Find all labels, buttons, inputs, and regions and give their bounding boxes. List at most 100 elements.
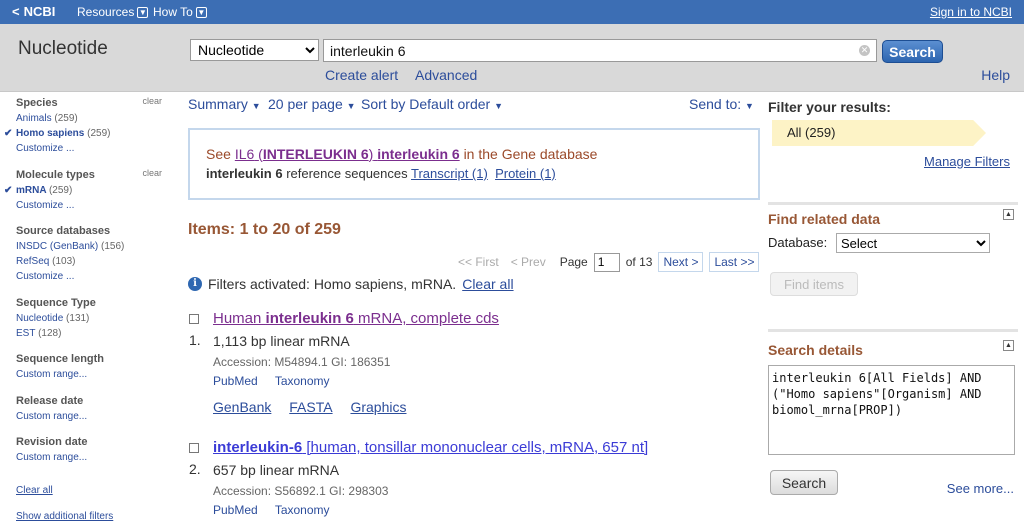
checkmark-icon: ✔	[4, 185, 13, 196]
collapse-icon[interactable]: ▲	[1003, 209, 1014, 220]
clear-all-filters: Clear all	[16, 483, 164, 498]
right-panel: Filter your results: All (259) Manage Fi…	[768, 92, 1018, 524]
result-title-link[interactable]: interleukin-6 [human, tonsillar mononucl…	[213, 439, 648, 456]
result-checkbox[interactable]	[189, 314, 199, 324]
filter-sidebar: Species clear Animals (259) ✔ Homo sapien…	[0, 92, 170, 524]
chevron-down-icon: ▼	[137, 6, 149, 18]
result-description: 657 bp linear mRNA	[213, 462, 340, 478]
facet-item-est[interactable]: EST (128)	[16, 326, 164, 341]
il6-gene-link[interactable]: IL6 (INTERLEUKIN 6) interleukin 6	[235, 146, 460, 162]
result-accession: Accession: S56892.1 GI: 298303	[213, 484, 389, 498]
show-additional-filters-link[interactable]: Show additional filters	[16, 509, 164, 524]
summary-menu[interactable]: Summary ▼	[188, 96, 261, 112]
custom-range-link[interactable]: Custom range...	[16, 450, 164, 465]
clear-molecule-link[interactable]: clear	[142, 168, 162, 178]
clear-species-link[interactable]: clear	[142, 96, 162, 106]
pager: << First < Prev Page of 13 Next > Last >…	[458, 252, 760, 272]
facet-source-databases: Source databases INSDC (GenBank) (156) R…	[16, 224, 164, 284]
result-item: 2. interleukin-6 [human, tonsillar monon…	[189, 439, 649, 517]
chevron-down-icon: ▼	[195, 6, 207, 18]
facet-revision-date: Revision date Custom range...	[16, 435, 164, 465]
next-page-button[interactable]: Next >	[658, 252, 704, 272]
howto-menu[interactable]: How To ▼	[153, 5, 207, 19]
first-page-link: << First	[458, 255, 499, 269]
resources-menu[interactable]: Resources ▼	[77, 5, 149, 19]
divider	[768, 329, 1018, 332]
info-icon: i	[188, 277, 202, 291]
dna-icon: ˂	[12, 4, 20, 19]
find-items-button[interactable]: Find items	[770, 272, 858, 296]
facet-heading: Source databases	[16, 225, 111, 237]
facet-heading: Sequence length	[16, 353, 105, 365]
results-main: Summary ▼ 20 per page ▼ Sort by Default …	[188, 92, 760, 524]
checkmark-icon: ✔	[4, 128, 13, 139]
customize-species-link[interactable]: Customize ...	[16, 141, 164, 156]
help-link[interactable]: Help	[981, 67, 1010, 83]
search-details-title: Search details	[768, 342, 863, 358]
page-number-input[interactable]	[593, 252, 620, 272]
collapse-icon[interactable]: ▲	[1003, 340, 1014, 351]
clear-all-link[interactable]: Clear all	[16, 483, 164, 498]
fasta-link[interactable]: FASTA	[289, 399, 332, 415]
items-count: Items: 1 to 20 of 259	[188, 221, 341, 238]
prev-page-link: < Prev	[510, 255, 546, 269]
custom-range-link[interactable]: Custom range...	[16, 409, 164, 424]
sign-in-link[interactable]: Sign in to NCBI	[930, 5, 1012, 19]
gene-sensor-box: See IL6 (INTERLEUKIN 6) interleukin 6 in…	[188, 128, 760, 200]
facet-heading: Revision date	[16, 436, 88, 448]
related-database-select[interactable]: Select	[836, 233, 990, 253]
protein-link[interactable]: Protein (1)	[495, 166, 556, 181]
result-title-link[interactable]: Human interleukin 6 mRNA, complete cds	[213, 310, 499, 327]
filter-results-title: Filter your results:	[768, 99, 891, 115]
result-description: 1,113 bp linear mRNA	[213, 333, 350, 349]
database-label: Database:	[768, 235, 828, 250]
caret-down-icon: ▼	[251, 101, 261, 111]
facet-item-mrna[interactable]: ✔ mRNA (259)	[4, 183, 164, 198]
see-more-link[interactable]: See more...	[947, 481, 1014, 496]
sort-menu[interactable]: Sort by Default order ▼	[361, 96, 503, 112]
caret-down-icon: ▼	[346, 101, 356, 111]
clear-search-icon[interactable]: ✕	[859, 45, 870, 56]
facet-sequence-length: Sequence length Custom range...	[16, 352, 164, 382]
search-input[interactable]	[324, 40, 844, 61]
transcript-link[interactable]: Transcript (1)	[411, 166, 488, 181]
advanced-search-link[interactable]: Advanced	[415, 67, 477, 83]
custom-range-link[interactable]: Custom range...	[16, 367, 164, 382]
send-to-menu[interactable]: Send to: ▼	[689, 96, 754, 112]
facet-molecule-types: Molecule types clear ✔ mRNA (259) Customi…	[4, 168, 164, 213]
result-checkbox[interactable]	[189, 443, 199, 453]
facet-release-date: Release date Custom range...	[16, 394, 164, 424]
facet-item-nucleotide[interactable]: Nucleotide (131)	[16, 311, 164, 326]
facet-item-homo-sapiens[interactable]: ✔ Homo sapiens (259)	[4, 126, 164, 141]
customize-source-link[interactable]: Customize ...	[16, 269, 164, 284]
facet-item-insdc[interactable]: INSDC (GenBank) (156)	[16, 239, 164, 254]
taxonomy-link[interactable]: Taxonomy	[275, 374, 330, 388]
search-details-button[interactable]: Search	[770, 470, 838, 495]
customize-molecule-link[interactable]: Customize ...	[16, 198, 164, 213]
search-box: ✕	[323, 39, 877, 62]
result-item: 1. Human interleukin 6 mRNA, complete cd…	[189, 310, 499, 415]
filter-all[interactable]: All (259)	[772, 120, 986, 146]
facet-item-animals[interactable]: Animals (259)	[16, 111, 164, 126]
create-alert-link[interactable]: Create alert	[325, 67, 398, 83]
pubmed-link[interactable]: PubMed	[213, 374, 258, 388]
search-details-textarea[interactable]: interleukin 6[All Fields] AND ("Homo sap…	[768, 365, 1015, 455]
database-select[interactable]: Nucleotide	[190, 39, 319, 61]
facet-species: Species clear Animals (259) ✔ Homo sapien…	[4, 96, 164, 156]
facet-heading: Sequence Type	[16, 297, 96, 309]
taxonomy-link[interactable]: Taxonomy	[275, 503, 330, 517]
last-page-button[interactable]: Last >>	[709, 252, 760, 272]
search-header: Nucleotide Nucleotide ✕ Search Create al…	[0, 24, 1024, 92]
search-button[interactable]: Search	[882, 40, 943, 63]
facet-item-refseq[interactable]: RefSeq (103)	[16, 254, 164, 269]
genbank-link[interactable]: GenBank	[213, 399, 271, 415]
clear-all-filters-link[interactable]: Clear all	[462, 276, 513, 292]
per-page-menu[interactable]: 20 per page ▼	[268, 96, 356, 112]
ncbi-logo[interactable]: ˂ NCBI	[12, 4, 55, 19]
graphics-link[interactable]: Graphics	[350, 399, 406, 415]
facet-heading: Release date	[16, 395, 84, 407]
pubmed-link[interactable]: PubMed	[213, 503, 258, 517]
ncbi-top-bar: ˂ NCBI Resources ▼ How To ▼ Sign in to N…	[0, 0, 1024, 24]
manage-filters-link[interactable]: Manage Filters	[924, 154, 1010, 169]
additional-filters: Show additional filters	[16, 509, 164, 524]
